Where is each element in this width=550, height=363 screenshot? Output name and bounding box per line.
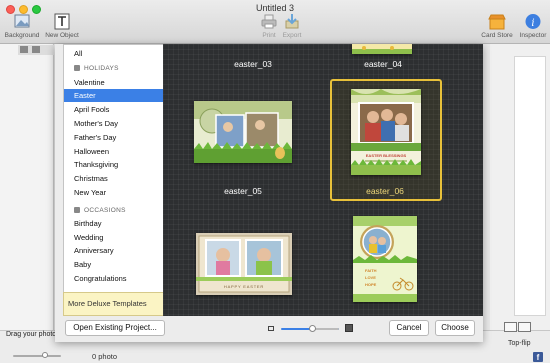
open-existing-project-button[interactable]: Open Existing Project... <box>65 320 165 336</box>
grid-icon[interactable] <box>20 46 28 53</box>
new-object-label: New Object <box>45 32 79 39</box>
template-label-easter-06[interactable]: easter_06 <box>335 186 435 196</box>
card-store-button[interactable]: Card Store <box>480 13 514 39</box>
facebook-icon[interactable]: f <box>533 352 543 362</box>
zoom-small-icon <box>268 326 274 331</box>
template-thumbnail-easter-04[interactable] <box>352 44 412 54</box>
print-label: Print <box>262 32 276 39</box>
export-icon <box>285 14 299 29</box>
template-thumbnail-easter-05[interactable] <box>194 101 292 163</box>
topflip-label: Top-flip <box>508 340 531 347</box>
template-chooser-sheet: All HOLIDAYS Valentine Easter April Fool… <box>55 44 483 342</box>
choose-button[interactable]: Choose <box>435 320 475 336</box>
photo-count: 0 photo <box>92 352 118 361</box>
background-button[interactable]: Background <box>3 13 41 39</box>
card-faith-text: FAITH <box>365 268 377 273</box>
template-label-easter-03[interactable]: easter_03 <box>203 59 303 69</box>
photo-source-icon[interactable] <box>32 46 40 53</box>
card-easter-07-text: HAPPY EASTER <box>224 284 264 289</box>
export-button[interactable]: Export <box>281 13 303 39</box>
zoom-large-icon <box>345 324 353 332</box>
template-label-easter-04[interactable]: easter_04 <box>333 59 433 69</box>
zoom-slider-thumb[interactable] <box>309 325 316 332</box>
background-label: Background <box>4 32 40 39</box>
template-thumbnail-easter-06[interactable]: EASTER BLESSINGS <box>351 89 421 175</box>
printer-icon <box>261 14 277 29</box>
thumbnail-zoom-slider[interactable] <box>268 324 354 334</box>
folder-icon <box>74 65 80 71</box>
card-easter-06-text: EASTER BLESSINGS <box>366 153 407 158</box>
text-object-icon <box>54 13 70 30</box>
new-object-button[interactable]: New Object <box>44 13 80 39</box>
inspector-label: Inspector <box>519 32 547 39</box>
page-preview <box>514 56 546 316</box>
cancel-button[interactable]: Cancel <box>389 320 429 336</box>
photos-panel <box>0 44 54 330</box>
window-title: Untitled 3 <box>255 3 295 13</box>
inspector-button[interactable]: i Inspector <box>517 13 549 39</box>
card-hope-text: HOPE <box>365 282 377 287</box>
template-thumbnail-easter-08[interactable]: FAITH LOVE HOPE <box>353 216 417 302</box>
card-store-label: Card Store <box>481 32 513 39</box>
folder-icon <box>74 207 80 213</box>
template-label-easter-05[interactable]: easter_05 <box>193 186 293 196</box>
fold-view-toggle[interactable] <box>504 322 532 334</box>
store-icon <box>488 14 506 30</box>
panel-mini-toolbar <box>18 45 54 55</box>
print-button[interactable]: Print <box>259 13 279 39</box>
window-titlebar: Untitled 3 Background New Object Print E… <box>0 0 550 44</box>
photo-size-slider-thumb[interactable] <box>42 352 48 358</box>
card-love-text: LOVE <box>365 275 376 280</box>
svg-text:i: i <box>531 18 534 29</box>
spread-page-icon[interactable] <box>518 322 531 332</box>
single-page-icon[interactable] <box>504 322 517 332</box>
info-icon: i <box>525 14 541 29</box>
photo-size-slider[interactable] <box>6 352 68 358</box>
template-thumbnail-easter-07[interactable]: HAPPY EASTER <box>196 233 292 295</box>
background-icon <box>14 14 30 28</box>
template-gallery: easter_03 easter_04 easter_05 EASTER BLE… <box>163 44 483 316</box>
export-label: Export <box>282 32 302 39</box>
